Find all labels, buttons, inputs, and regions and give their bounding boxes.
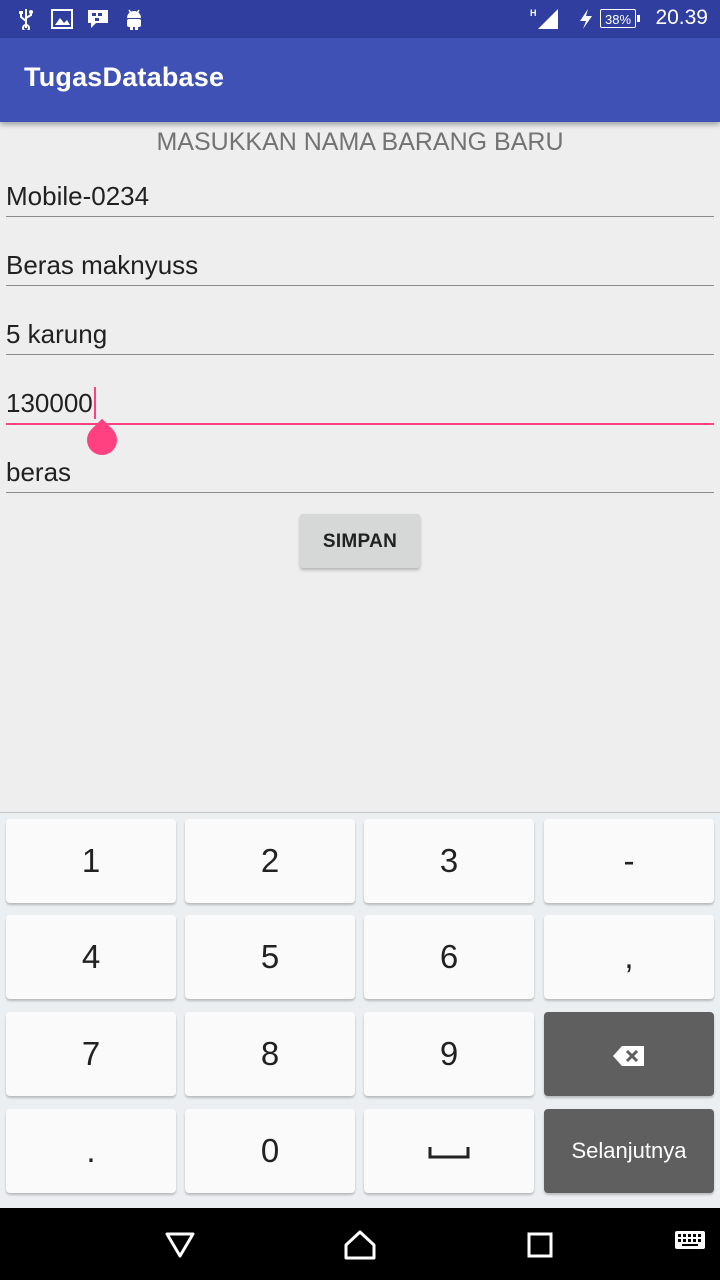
field-value: Beras maknyuss — [6, 250, 199, 280]
recents-icon[interactable] — [524, 1228, 558, 1262]
key-3[interactable]: 3 — [364, 819, 534, 903]
field-value: 130000 — [6, 388, 93, 418]
back-icon[interactable] — [163, 1228, 197, 1262]
android-icon — [122, 7, 146, 31]
save-button[interactable]: SIMPAN — [300, 514, 420, 568]
bbm-icon — [86, 7, 110, 31]
space-icon — [428, 1147, 470, 1159]
numeric-keyboard: 1 2 3 - 4 5 6 , 7 8 9 . 0 Selanjutnya — [0, 812, 720, 1209]
app-title: TugasDatabase — [24, 62, 225, 92]
form-heading: MASUKKAN NAMA BARANG BARU — [156, 128, 564, 156]
key-7[interactable]: 7 — [6, 1012, 176, 1096]
field-value: Mobile-0234 — [6, 181, 150, 211]
usb-icon — [14, 7, 38, 31]
key-6[interactable]: 6 — [364, 915, 534, 999]
item-code-field[interactable]: Mobile-0234 — [6, 176, 714, 217]
item-quantity-field[interactable]: 5 karung — [6, 314, 714, 355]
key-period[interactable]: . — [6, 1109, 176, 1193]
item-price-field[interactable]: 130000 — [6, 383, 714, 425]
backspace-icon — [613, 1046, 644, 1067]
item-name-field[interactable]: Beras maknyuss — [6, 245, 714, 286]
keyboard-switch-icon[interactable] — [674, 1228, 706, 1262]
charging-icon — [576, 7, 596, 31]
key-2[interactable]: 2 — [185, 819, 355, 903]
network-type-label: H — [530, 8, 537, 18]
key-8[interactable]: 8 — [185, 1012, 355, 1096]
text-cursor — [93, 387, 96, 420]
field-value: 5 karung — [6, 319, 108, 349]
battery-indicator: 38% — [600, 9, 640, 28]
signal-icon: H — [530, 7, 560, 31]
key-4[interactable]: 4 — [6, 915, 176, 999]
key-0[interactable]: 0 — [185, 1109, 355, 1193]
space-key[interactable] — [364, 1109, 534, 1193]
key-1[interactable]: 1 — [6, 819, 176, 903]
status-bar: H 38% 20.39 — [0, 0, 720, 38]
key-5[interactable]: 5 — [185, 915, 355, 999]
item-category-field[interactable]: beras — [6, 452, 714, 493]
key-comma[interactable]: , — [544, 915, 714, 999]
backspace-key[interactable] — [544, 1012, 714, 1096]
next-key[interactable]: Selanjutnya — [544, 1109, 714, 1193]
status-time: 20.39 — [655, 6, 708, 29]
home-icon[interactable] — [343, 1228, 377, 1262]
key-9[interactable]: 9 — [364, 1012, 534, 1096]
field-value: beras — [6, 457, 72, 487]
key-minus[interactable]: - — [544, 819, 714, 903]
image-icon — [50, 7, 74, 31]
navigation-bar — [0, 1208, 720, 1280]
app-bar: TugasDatabase — [0, 38, 720, 122]
